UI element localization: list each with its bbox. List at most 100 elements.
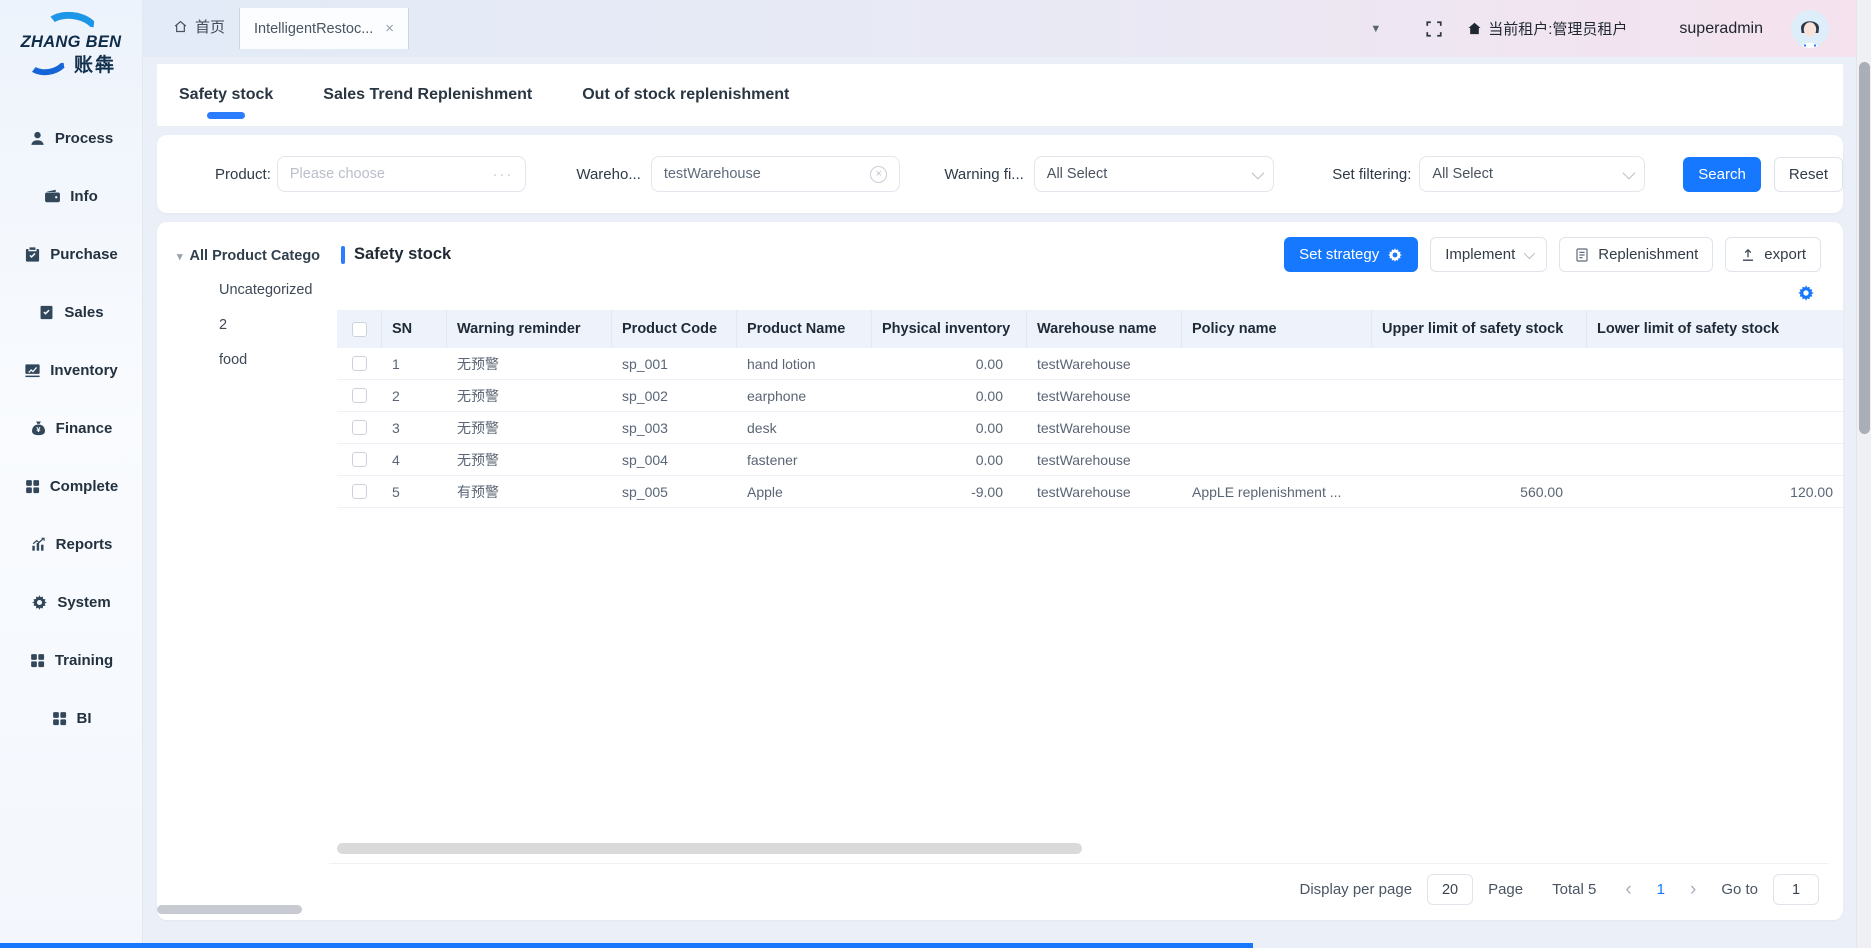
sidebar-item[interactable]: ¥ Finance [0,399,142,457]
cell-product-code: sp_004 [612,452,737,468]
column-settings-gear-icon[interactable] [1797,284,1815,302]
sidebar-item-label: Info [70,188,98,205]
product-picker[interactable]: ··· [277,156,526,192]
current-page[interactable]: 1 [1651,881,1671,898]
sidebar-item[interactable]: Purchase [0,225,142,283]
avatar[interactable] [1791,10,1829,48]
tab[interactable]: Sales Trend Replenishment [323,86,532,104]
sidebar-item[interactable]: Reports [0,515,142,573]
sidebar-item[interactable]: Inventory [0,341,142,399]
fullscreen-icon[interactable] [1425,20,1443,38]
tree-item[interactable]: food [219,352,335,368]
tab[interactable]: Out of stock replenishment [582,86,789,104]
table-row[interactable]: 5 有预警 sp_005 Apple -9.00 testWarehouse A… [337,476,1843,508]
filter-bar: Product: ··· Wareho... × Warning fi... A… [157,135,1843,213]
column-header[interactable]: Warehouse name [1027,310,1182,348]
tab[interactable]: Safety stock [179,86,273,104]
set-filtering-value: All Select [1432,166,1623,182]
set-strategy-button[interactable]: Set strategy [1284,237,1418,272]
cell-sn: 2 [382,388,447,404]
column-header[interactable]: Product Code [612,310,737,348]
cell-warning-reminder: 无预警 [447,450,612,470]
open-page-tab[interactable]: IntelligentRestoc... × [239,8,409,49]
cell-warehouse-name: testWarehouse [1027,388,1182,404]
row-select-cell [337,380,382,411]
sidebar-item[interactable]: Training [0,631,142,689]
sidebar: ZHANG BEN 账犇 Process Info Purchase [0,0,143,948]
column-header[interactable]: Policy name [1182,310,1372,348]
product-label: Product: [215,166,271,183]
money-bag-icon: ¥ [30,420,47,437]
cell-warning-reminder: 有预警 [447,482,612,502]
sidebar-item[interactable]: Sales [0,283,142,341]
set-filtering-select[interactable]: All Select [1419,156,1645,192]
cell-warehouse-name: testWarehouse [1027,452,1182,468]
cell-product-code: sp_005 [612,484,737,500]
sidebar-item[interactable]: Complete [0,457,142,515]
page-horizontal-scrollbar-thumb[interactable] [157,905,302,914]
caret-down-icon[interactable]: ▾ [177,250,183,263]
username[interactable]: superadmin [1679,20,1763,38]
sidebar-item[interactable]: Info [0,167,142,225]
implement-button[interactable]: Implement [1430,237,1547,272]
row-checkbox[interactable] [352,452,367,467]
table-horizontal-scrollbar[interactable] [337,843,1082,854]
display-per-page-label: Display per page [1299,881,1412,898]
page-size-input[interactable] [1427,874,1473,905]
cell-sn: 5 [382,484,447,500]
tree-root-all-product-categories[interactable]: ▾ All Product Catego [177,248,335,264]
tree-item[interactable]: Uncategorized [219,282,335,298]
sidebar-item[interactable]: BI [0,689,142,747]
row-checkbox[interactable] [352,356,367,371]
goto-label: Go to [1721,881,1758,898]
previous-page-icon[interactable]: ‹ [1621,879,1635,901]
chevron-down-icon[interactable]: ▼ [1370,23,1381,35]
sidebar-item-label: Inventory [50,362,118,379]
cell-product-code: sp_002 [612,388,737,404]
cell-product-name: desk [737,420,872,436]
sidebar-item[interactable]: Process [0,109,142,167]
column-header[interactable]: Product Name [737,310,872,348]
cell-product-code: sp_003 [612,420,737,436]
column-header[interactable]: Upper limit of safety stock [1372,310,1587,348]
sidebar-item[interactable]: System [0,573,142,631]
row-select-cell [337,444,382,475]
clear-icon[interactable]: × [870,166,887,183]
ellipsis-icon[interactable]: ··· [492,166,513,183]
grid-icon [24,478,41,495]
table-body: 1 无预警 sp_001 hand lotion 0.00 testWareho… [337,348,1843,508]
home-breadcrumb[interactable]: 首页 [173,16,225,37]
table-row[interactable]: 2 无预警 sp_002 earphone 0.00 testWarehouse [337,380,1843,412]
goto-page-input[interactable] [1773,874,1819,905]
reset-button[interactable]: Reset [1774,157,1843,192]
vertical-scrollbar-thumb[interactable] [1859,62,1870,434]
product-input[interactable] [290,166,492,182]
export-button[interactable]: export [1725,237,1821,272]
row-select-cell [337,476,382,507]
column-header[interactable]: Warning reminder [447,310,612,348]
table-row[interactable]: 4 无预警 sp_004 fastener 0.00 testWarehouse [337,444,1843,476]
close-icon[interactable]: × [385,21,394,36]
warehouse-picker[interactable]: × [651,156,900,192]
column-header[interactable]: Lower limit of safety stock [1587,310,1843,348]
warning-filter-select[interactable]: All Select [1034,156,1274,192]
document-check-icon [38,304,55,321]
chevron-down-icon [1623,166,1636,179]
vertical-scrollbar-track[interactable] [1856,0,1871,948]
replenishment-button[interactable]: Replenishment [1559,237,1713,272]
topbar: 首页 IntelligentRestoc... × ▼ 当前租户:管理员租户 s… [143,0,1871,57]
table-row[interactable]: 3 无预警 sp_003 desk 0.00 testWarehouse [337,412,1843,444]
row-checkbox[interactable] [352,388,367,403]
row-checkbox[interactable] [352,484,367,499]
column-header[interactable]: SN [382,310,447,348]
warehouse-input[interactable] [664,166,870,182]
column-header[interactable]: Physical inventory [872,310,1027,348]
next-page-icon[interactable]: › [1686,879,1700,901]
select-all-checkbox[interactable] [352,322,367,337]
tree-item[interactable]: 2 [219,317,335,333]
sidebar-item-label: Purchase [50,246,118,263]
cell-policy-name: AppLE replenishment ... [1182,484,1372,500]
search-button[interactable]: Search [1683,157,1761,192]
table-row[interactable]: 1 无预警 sp_001 hand lotion 0.00 testWareho… [337,348,1843,380]
row-checkbox[interactable] [352,420,367,435]
